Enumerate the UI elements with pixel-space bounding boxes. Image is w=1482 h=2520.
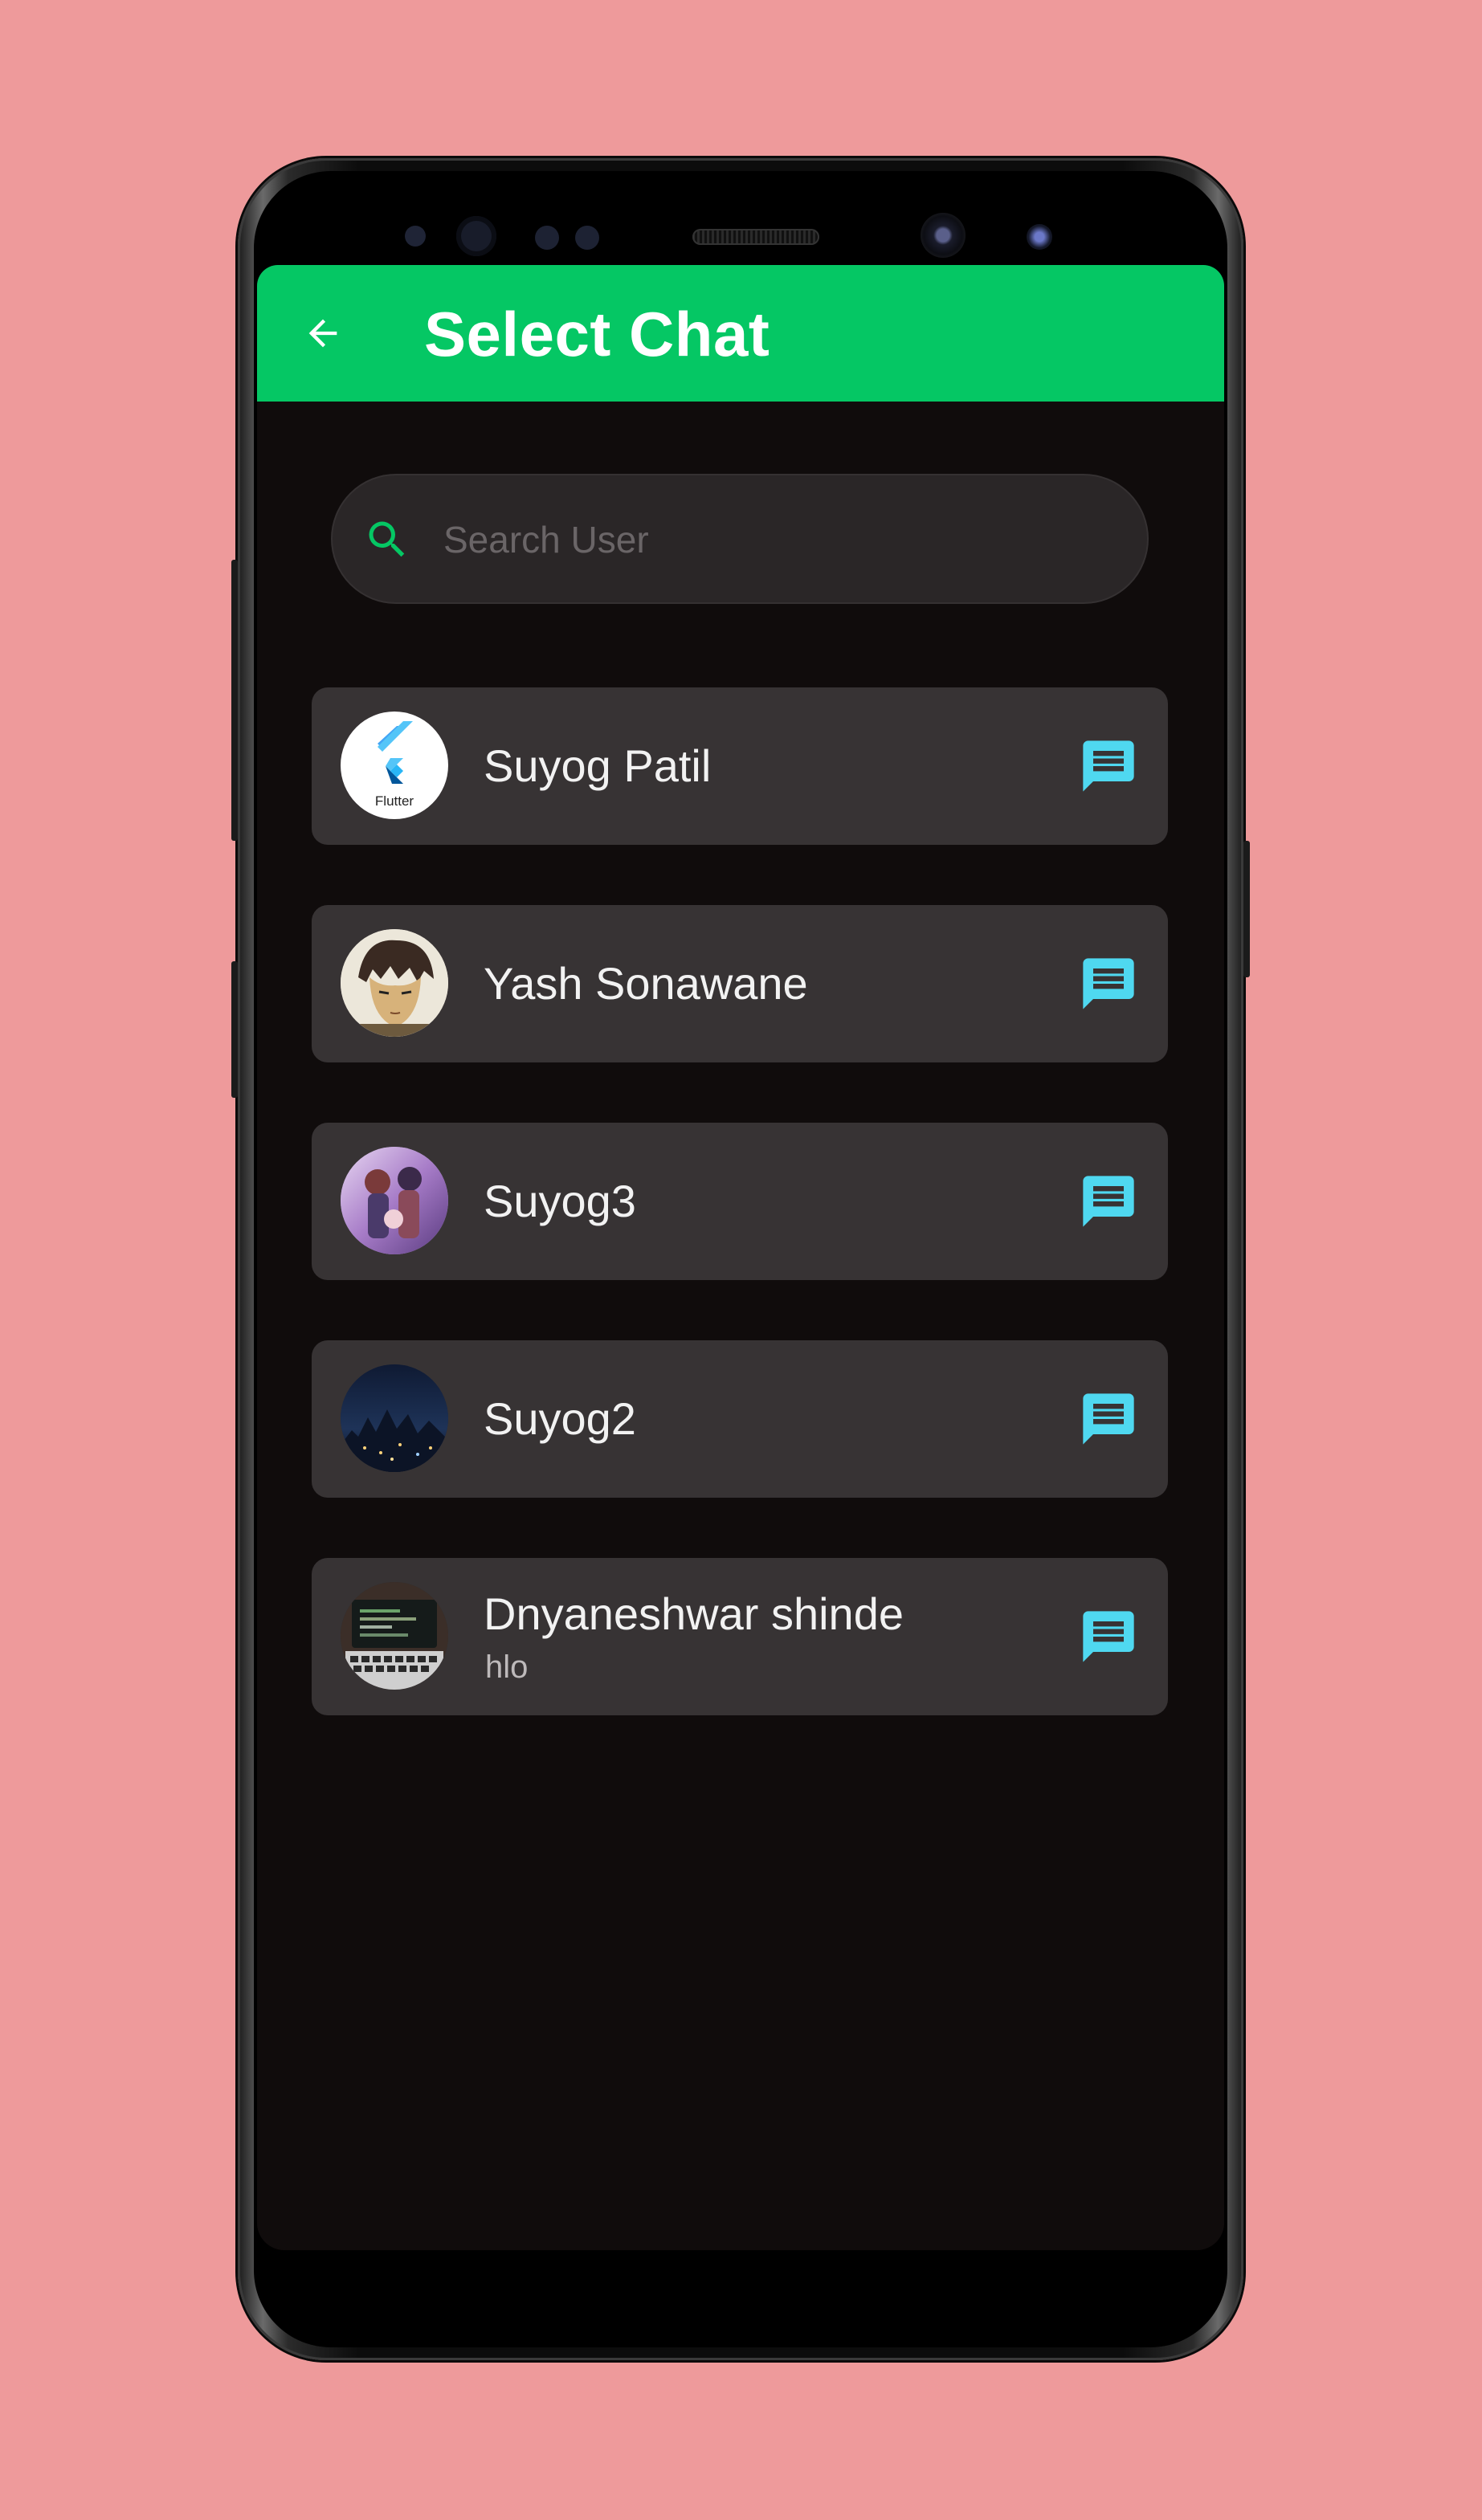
back-button[interactable] — [299, 309, 347, 357]
message-button[interactable] — [1078, 953, 1139, 1014]
light-sensor — [575, 226, 599, 250]
message-button[interactable] — [1078, 736, 1139, 797]
power-button — [1243, 841, 1250, 977]
message-icon — [1083, 958, 1134, 1009]
chat-list: Flutter Suyog Patil Yash Sonawane Suyog3… — [312, 687, 1168, 1776]
bixby-button — [231, 961, 238, 1098]
anime-character-avatar — [341, 929, 448, 1037]
flutter-logo-icon: Flutter — [375, 721, 414, 809]
search-input[interactable] — [443, 508, 1102, 572]
flutter-logo-avatar: Flutter — [341, 712, 448, 819]
volume-button — [231, 560, 238, 841]
search-icon — [369, 521, 405, 557]
message-button[interactable] — [1078, 1606, 1139, 1667]
svg-text:Flutter: Flutter — [375, 793, 414, 809]
chat-name: Suyog2 — [484, 1393, 636, 1444]
search-bar[interactable] — [331, 474, 1149, 604]
chat-list-item[interactable]: Dnyaneshwar shinde hlo — [312, 1558, 1168, 1715]
proximity-sensor — [405, 226, 426, 247]
chat-list-item[interactable]: Suyog2 — [312, 1340, 1168, 1498]
message-icon — [1083, 740, 1134, 792]
light-sensor — [535, 226, 559, 250]
iris-sensor — [456, 216, 496, 256]
chat-list-item[interactable]: Yash Sonawane — [312, 905, 1168, 1062]
anime-group-avatar — [341, 1147, 448, 1254]
message-button[interactable] — [1078, 1171, 1139, 1232]
laptop-keyboard-avatar — [341, 1582, 448, 1690]
chat-list-item[interactable]: Suyog3 — [312, 1123, 1168, 1280]
chat-name: Suyog3 — [484, 1176, 636, 1226]
earpiece-speaker — [692, 229, 819, 245]
chat-list-item[interactable]: Flutter Suyog Patil — [312, 687, 1168, 845]
chat-name: Yash Sonawane — [484, 958, 808, 1009]
last-message-preview: hlo — [485, 1649, 529, 1685]
message-icon — [1083, 1393, 1134, 1445]
front-camera — [921, 213, 966, 258]
chat-name: Suyog Patil — [484, 740, 712, 791]
app-screen: Select Chat Flutter Suyog Patil — [257, 265, 1224, 2250]
page-title: Select Chat — [424, 299, 770, 369]
message-button[interactable] — [1078, 1388, 1139, 1450]
message-icon — [1083, 1176, 1134, 1227]
night-city-avatar — [341, 1364, 448, 1472]
iris-camera — [1027, 224, 1052, 250]
chat-name: Dnyaneshwar shinde — [484, 1588, 904, 1639]
arrow-left-icon — [308, 319, 337, 348]
message-icon — [1083, 1611, 1134, 1662]
app-bar: Select Chat — [257, 265, 1224, 402]
